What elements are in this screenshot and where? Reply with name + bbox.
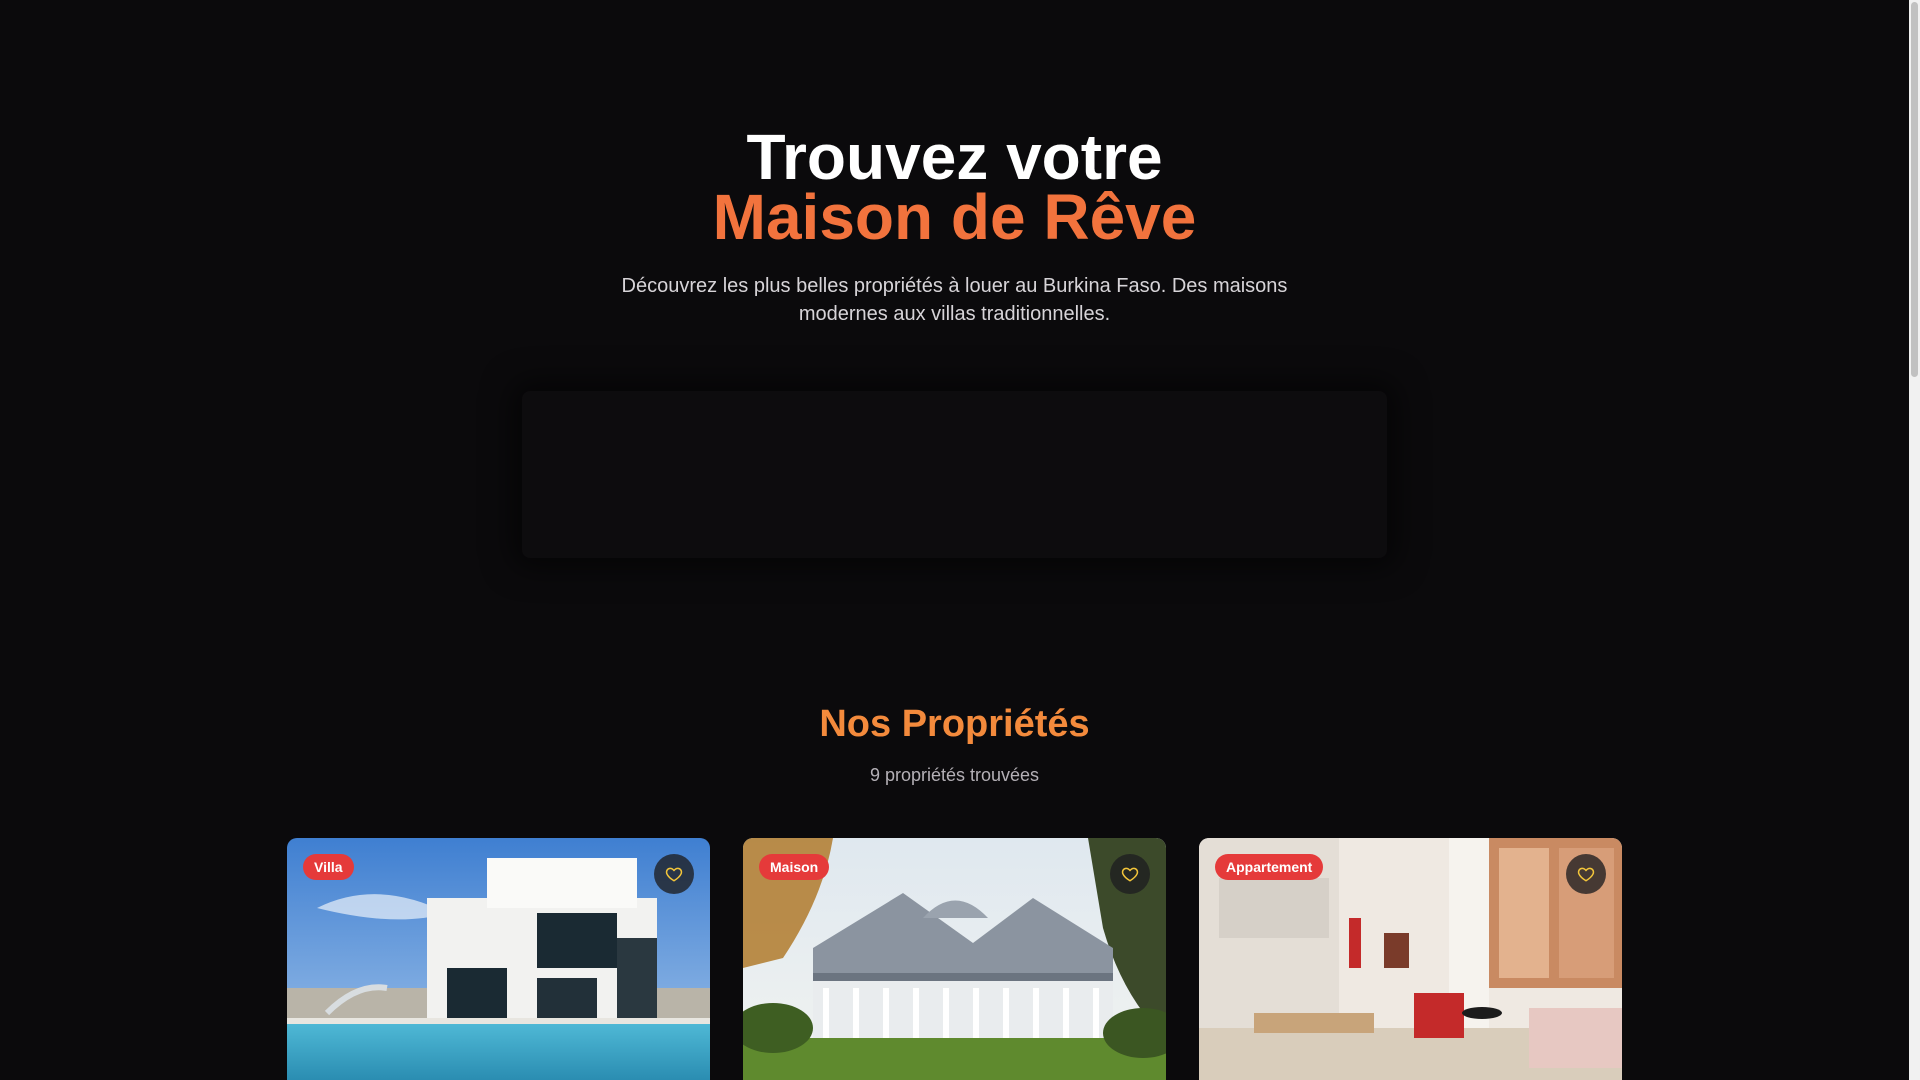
properties-title: Nos Propriétés [819,703,1090,745]
property-type-badge: Appartement [1215,854,1324,880]
hero-title-line2: Maison de Rêve [712,181,1197,253]
hero-title-line1: Trouvez votre [746,121,1163,193]
heart-icon [1121,867,1139,882]
properties-count: 9 propriétés trouvées [869,765,1040,785]
heart-icon [665,867,683,882]
property-type-badge: Villa [303,854,354,880]
favorite-button[interactable] [654,854,694,894]
property-type-badge: Maison [759,854,830,880]
search-panel [522,391,1387,558]
page: Trouvez votre Maison de Rêve Découvrez l… [0,0,1920,1080]
scrollbar-thumb[interactable] [1911,2,1918,377]
property-card[interactable]: Villa [287,838,710,1080]
heart-icon [1577,867,1595,882]
favorite-button[interactable] [1110,854,1150,894]
page-scrollbar[interactable] [1909,0,1920,1080]
property-card[interactable]: Maison [743,838,1166,1080]
hero-subtitle: Découvrez les plus belles propriétés à l… [621,275,1288,325]
property-card[interactable]: Appartement [1199,838,1622,1080]
hero-section: Trouvez votre Maison de Rêve Découvrez l… [0,0,1909,660]
favorite-button[interactable] [1566,854,1606,894]
